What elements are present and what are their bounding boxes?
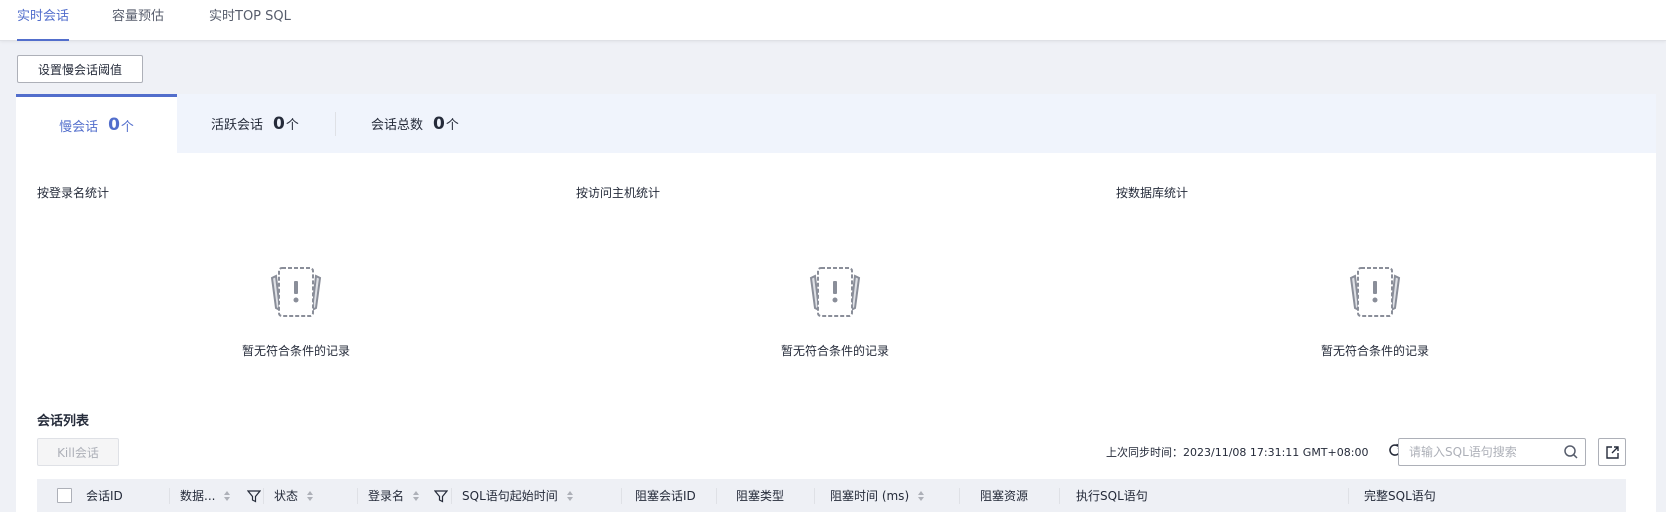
empty-text: 暂无符合条件的记录: [780, 344, 889, 358]
stat-tab-active-session[interactable]: 活跃会话 0 个: [211, 94, 299, 153]
sort-icon[interactable]: [223, 490, 231, 502]
empty-text: 暂无符合条件的记录: [1320, 344, 1429, 358]
by-login-title: 按登录名统计: [37, 186, 110, 200]
by-login-empty-state: 暂无符合条件的记录: [166, 264, 426, 364]
col-label: SQL语句起始时间: [462, 489, 558, 503]
kill-session-button[interactable]: Kill会话: [37, 438, 119, 466]
stat-tab-total-session[interactable]: 会话总数 0 个: [371, 94, 459, 153]
stat-tab-bar: 慢会话 0 个 活跃会话 0 个 会话总数 0 个: [16, 94, 1656, 153]
stat-value: 0: [273, 113, 285, 134]
col-full-sql: 完整SQL语句: [1364, 479, 1436, 512]
stat-label: 慢会话: [59, 119, 99, 135]
column-separator: [263, 488, 264, 504]
filter-icon[interactable]: [434, 489, 449, 503]
filter-icon[interactable]: [247, 489, 262, 503]
col-blocking-resource: 阻塞资源: [980, 479, 1028, 512]
last-sync-time: 上次同步时间：2023/11/08 17:31:11 GMT+08:00: [1106, 444, 1368, 460]
sql-search-box: [1398, 438, 1586, 466]
by-host-title: 按访问主机统计: [576, 186, 661, 200]
column-separator: [621, 488, 622, 504]
session-panel: 慢会话 0 个 活跃会话 0 个 会话总数 0 个 按登录名统计 按访问主机统计…: [16, 94, 1656, 512]
col-blocking-type: 阻塞类型: [736, 479, 784, 512]
tab-realtime-top-sql[interactable]: 实时TOP SQL: [209, 0, 291, 41]
empty-record-icon: [270, 267, 322, 317]
export-icon: [1606, 446, 1619, 459]
search-icon[interactable]: [1563, 444, 1579, 460]
sync-label: 上次同步时间：: [1106, 446, 1183, 459]
stat-label: 会话总数: [371, 118, 424, 133]
empty-text: 暂无符合条件的记录: [241, 344, 350, 358]
stat-unit: 个: [285, 118, 299, 133]
col-label: 执行SQL语句: [1076, 489, 1148, 503]
sql-search-input[interactable]: [1399, 439, 1559, 465]
tab-capacity-forecast[interactable]: 容量预估: [112, 0, 164, 41]
column-separator: [451, 488, 452, 504]
stat-unit: 个: [445, 118, 459, 133]
column-separator: [357, 488, 358, 504]
col-status[interactable]: 状态: [274, 479, 314, 512]
column-separator: [1348, 488, 1349, 504]
set-slow-session-threshold-button[interactable]: 设置慢会话阈值: [17, 55, 143, 83]
top-tab-bar: 实时会话 容量预估 实时TOP SQL: [0, 0, 1666, 41]
session-table-header: 会话ID 数据... 状态 登录名 SQL语句起始时间 阻塞会话ID 阻塞类型: [37, 479, 1626, 512]
col-database[interactable]: 数据...: [180, 479, 262, 512]
col-label: 数据...: [180, 489, 216, 503]
col-label: 阻塞类型: [736, 489, 785, 503]
divider: [335, 112, 336, 136]
col-session-id: 会话ID: [86, 479, 123, 512]
empty-record-icon: [1349, 267, 1401, 317]
session-list-title: 会话列表: [37, 414, 90, 429]
stat-tab-slow-session[interactable]: 慢会话 0 个: [16, 94, 177, 153]
empty-record-icon: [809, 267, 861, 317]
stat-value: 0: [433, 113, 445, 134]
col-sql-start-time[interactable]: SQL语句起始时间: [462, 479, 574, 512]
col-login-name[interactable]: 登录名: [368, 479, 449, 512]
tab-realtime-session[interactable]: 实时会话: [17, 0, 70, 41]
column-separator: [959, 488, 960, 504]
column-separator: [814, 488, 815, 504]
col-label: 阻塞资源: [980, 489, 1029, 503]
sync-time: 2023/11/08 17:31:11 GMT+08:00: [1183, 446, 1369, 459]
col-label: 登录名: [368, 489, 405, 503]
sort-icon[interactable]: [566, 490, 574, 502]
col-executing-sql: 执行SQL语句: [1076, 479, 1148, 512]
stat-value: 0: [108, 115, 120, 135]
column-separator: [716, 488, 717, 504]
col-label: 状态: [274, 489, 299, 503]
sort-icon[interactable]: [306, 490, 314, 502]
column-separator: [169, 488, 170, 504]
sort-icon[interactable]: [412, 490, 420, 502]
sort-icon[interactable]: [917, 490, 925, 502]
col-label: 阻塞时间 (ms): [830, 489, 910, 503]
by-database-title: 按数据库统计: [1116, 186, 1189, 200]
col-label: 完整SQL语句: [1364, 489, 1436, 503]
stat-unit: 个: [120, 119, 134, 135]
export-button[interactable]: [1598, 438, 1626, 466]
by-host-empty-state: 暂无符合条件的记录: [705, 264, 965, 364]
col-label: 会话ID: [86, 489, 123, 503]
column-separator: [1059, 488, 1060, 504]
select-all-checkbox[interactable]: [57, 488, 72, 503]
col-label: 阻塞会话ID: [635, 489, 696, 503]
by-database-empty-state: 暂无符合条件的记录: [1245, 264, 1505, 364]
col-blocking-session-id: 阻塞会话ID: [635, 479, 696, 512]
col-blocking-time[interactable]: 阻塞时间 (ms): [830, 479, 925, 512]
stat-label: 活跃会话: [211, 118, 264, 133]
